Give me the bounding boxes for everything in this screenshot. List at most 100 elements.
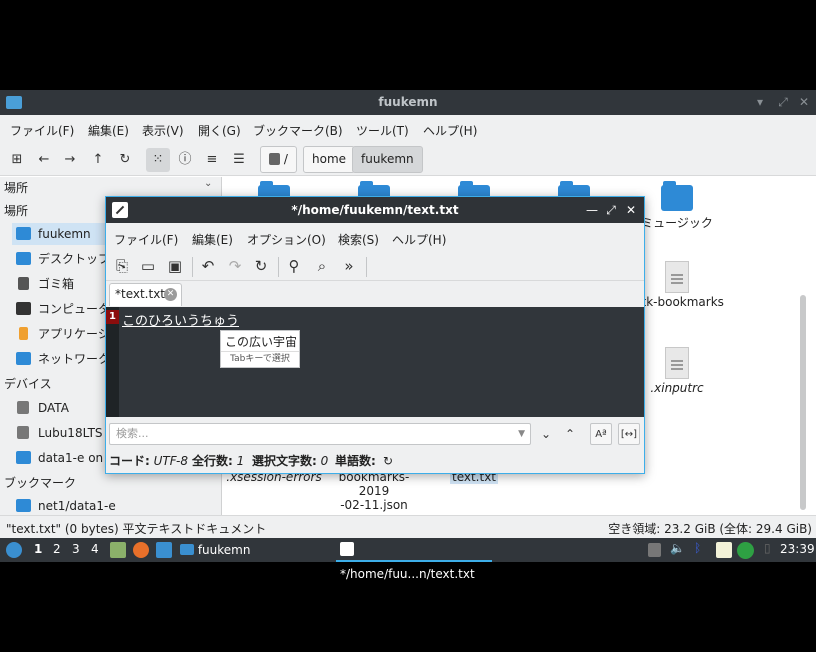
up-arrow-icon[interactable]: ↑ bbox=[86, 148, 110, 172]
chevron-down-icon[interactable]: ▼ bbox=[518, 424, 525, 444]
firefox-icon[interactable] bbox=[133, 542, 149, 558]
reload-icon[interactable]: ↻ bbox=[113, 148, 137, 172]
fm-statusbar: "text.txt" (0 bytes) 平文テキストドキュメント 空き領域: … bbox=[0, 515, 816, 538]
editor-menubar: ファイル(F) 編集(E) オプション(O) 検索(S) ヘルプ(H) bbox=[106, 223, 644, 251]
fm-window-title: fuukemn bbox=[378, 95, 438, 109]
drive-icon bbox=[17, 401, 29, 414]
network-folder-icon bbox=[16, 451, 31, 464]
task-text-editor[interactable]: */home/fuu...n/text.txt bbox=[336, 538, 492, 581]
path-root-button[interactable]: / bbox=[260, 146, 297, 173]
toolbar-separator bbox=[366, 257, 367, 277]
network-icon[interactable] bbox=[737, 542, 754, 559]
ime-candidate[interactable]: この広い宇宙 bbox=[225, 333, 297, 350]
find-previous-icon[interactable]: ⌃ bbox=[559, 423, 581, 445]
minimize-icon[interactable]: — bbox=[584, 202, 600, 218]
clear-search-icon[interactable]: ⌕ bbox=[310, 254, 334, 278]
desktop-icon bbox=[16, 252, 31, 265]
path-home-button[interactable]: home bbox=[303, 146, 356, 173]
menu-view[interactable]: 表示(V) bbox=[142, 122, 184, 139]
menu-edit[interactable]: 編集(E) bbox=[88, 122, 129, 139]
undo-icon[interactable]: ↶ bbox=[196, 254, 220, 278]
maximize-icon[interactable]: ⤢ bbox=[775, 94, 791, 110]
volume-icon[interactable]: 🔈 bbox=[670, 541, 685, 555]
start-menu-icon[interactable] bbox=[6, 542, 22, 558]
info-icon[interactable]: ⓘ bbox=[173, 148, 197, 172]
find-next-icon[interactable]: ⌄ bbox=[535, 423, 557, 445]
drive-icon bbox=[269, 153, 280, 165]
words-label: 単語数: bbox=[335, 454, 376, 468]
workspace-3[interactable]: 3 bbox=[72, 542, 80, 556]
workspace-4[interactable]: 4 bbox=[91, 542, 99, 556]
search-placeholder: 検索... bbox=[116, 427, 149, 440]
bluetooth-icon[interactable]: ᛒ bbox=[694, 541, 701, 555]
new-file-icon[interactable]: ⎘ bbox=[110, 254, 134, 278]
selected-value: 0 bbox=[320, 454, 329, 468]
menu-file[interactable]: ファイル(F) bbox=[114, 231, 178, 248]
bookmarks-section-label: ブックマーク bbox=[4, 476, 77, 490]
maximize-icon[interactable]: ⤢ bbox=[603, 202, 619, 218]
search-icon[interactable]: ⚲ bbox=[282, 254, 306, 278]
ime-hint: Tabキーで選択 bbox=[221, 351, 299, 367]
menu-file[interactable]: ファイル(F) bbox=[10, 122, 74, 139]
chevron-down-icon[interactable]: ⌄ bbox=[204, 178, 212, 189]
list-view-icon[interactable]: ☰ bbox=[227, 148, 251, 172]
trash-icon bbox=[18, 277, 29, 290]
task-file-manager[interactable]: fuukemn bbox=[180, 538, 330, 562]
close-icon[interactable]: ✕ bbox=[796, 94, 812, 110]
back-arrow-icon[interactable]: ← bbox=[32, 148, 56, 172]
tab-text-txt[interactable]: *text.txt ✕ bbox=[109, 283, 182, 306]
compact-view-icon[interactable]: ≡ bbox=[200, 148, 224, 172]
workspace-2[interactable]: 2 bbox=[53, 542, 61, 556]
editor-text-area[interactable]: 1 このひろいうちゅう この広い宇宙 Tabキーで選択 bbox=[106, 307, 644, 417]
more-chevrons-icon[interactable]: » bbox=[337, 254, 361, 278]
fm-scrollbar[interactable] bbox=[800, 295, 806, 510]
notes-icon[interactable] bbox=[716, 542, 732, 558]
save-icon[interactable]: ▣ bbox=[163, 254, 187, 278]
free-space-info: 空き領域: 23.2 GiB (全体: 29.4 GiB) bbox=[608, 522, 812, 536]
file-manager-launcher-icon[interactable] bbox=[156, 542, 172, 558]
editor-search-bar: 検索... ▼ ⌄ ⌃ Aª [↔] bbox=[106, 417, 644, 449]
computer-icon bbox=[16, 302, 31, 315]
path-fuukemn-button[interactable]: fuukemn bbox=[352, 146, 423, 173]
folder-icon bbox=[180, 544, 194, 555]
file-item-bookmarks-json[interactable]: bookmarks-2019 -02-11.json bbox=[324, 470, 424, 512]
menu-help[interactable]: ヘルプ(H) bbox=[392, 231, 446, 248]
keyboard-indicator-icon[interactable] bbox=[648, 543, 661, 557]
refresh-word-count-icon[interactable]: ↻ bbox=[383, 449, 393, 473]
menu-help[interactable]: ヘルプ(H) bbox=[423, 122, 477, 139]
menu-tools[interactable]: ツール(T) bbox=[356, 122, 409, 139]
menu-go[interactable]: 開く(G) bbox=[198, 122, 241, 139]
editor-tabbar: *text.txt ✕ bbox=[106, 281, 644, 307]
match-case-button[interactable]: Aª bbox=[590, 423, 612, 445]
whole-word-button[interactable]: [↔] bbox=[618, 423, 640, 445]
icon-view-icon[interactable]: ⁙ bbox=[146, 148, 170, 172]
path-root-label: / bbox=[283, 152, 288, 166]
new-tab-icon[interactable]: ⊞ bbox=[5, 148, 29, 172]
text-editor-window: */home/fuukemn/text.txt — ⤢ ✕ ファイル(F) 編集… bbox=[105, 196, 645, 474]
redo-icon[interactable]: ↷ bbox=[223, 254, 247, 278]
workspace-1[interactable]: 1 bbox=[34, 542, 42, 556]
search-input[interactable]: 検索... ▼ bbox=[109, 423, 531, 445]
clock[interactable]: 23:39 bbox=[780, 542, 815, 556]
battery-icon[interactable]: ▯ bbox=[764, 541, 771, 555]
sidebar-item-bookmark-net1[interactable]: net1/data1-e bbox=[12, 495, 217, 517]
lines-value: 1 bbox=[236, 454, 245, 468]
menu-options[interactable]: オプション(O) bbox=[247, 231, 326, 248]
close-tab-icon[interactable]: ✕ bbox=[164, 288, 177, 301]
encoding-label: コード: bbox=[109, 454, 150, 468]
menu-edit[interactable]: 編集(E) bbox=[192, 231, 233, 248]
line-count-status: 全行数: 1 bbox=[192, 449, 244, 473]
places-dropdown-label[interactable]: 場所 bbox=[4, 179, 28, 196]
reload-icon[interactable]: ↻ bbox=[249, 254, 273, 278]
desktop-icon[interactable] bbox=[110, 542, 126, 558]
encoding-status: コード: UTF-8 bbox=[109, 449, 188, 473]
open-folder-icon[interactable]: ▭ bbox=[136, 254, 160, 278]
task-label: */home/fuu...n/text.txt bbox=[340, 567, 475, 581]
network-folder-icon bbox=[16, 352, 31, 365]
minimize-icon[interactable]: ▾ bbox=[752, 94, 768, 110]
close-icon[interactable]: ✕ bbox=[623, 202, 639, 218]
ime-candidate-popup: この広い宇宙 Tabキーで選択 bbox=[220, 330, 300, 368]
menu-search[interactable]: 検索(S) bbox=[338, 231, 379, 248]
forward-arrow-icon[interactable]: → bbox=[58, 148, 82, 172]
menu-bookmarks[interactable]: ブックマーク(B) bbox=[253, 122, 343, 139]
